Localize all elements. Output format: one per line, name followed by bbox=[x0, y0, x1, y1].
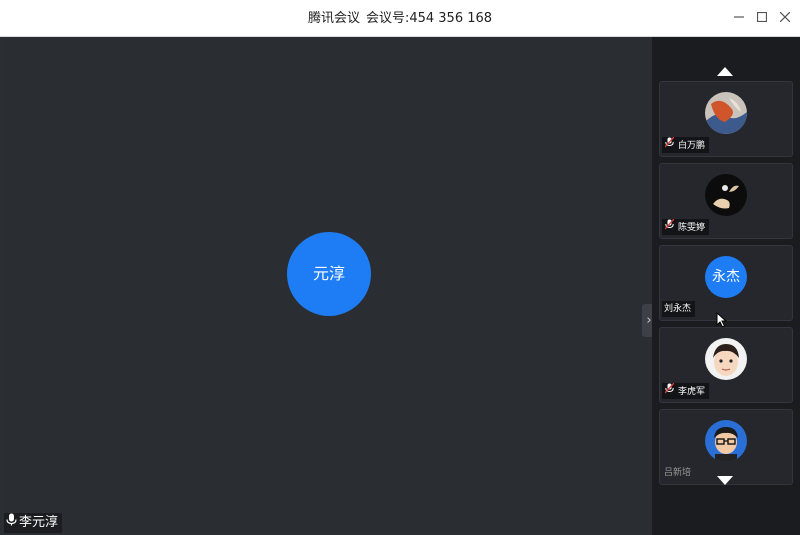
scroll-up-icon[interactable] bbox=[717, 67, 733, 76]
initials-avatar: 永杰 bbox=[705, 256, 747, 298]
participant-name: 陈雯婷 bbox=[678, 223, 706, 233]
dark-hand-photo-avatar bbox=[705, 174, 747, 216]
participant-tile[interactable]: 李虎军 bbox=[659, 327, 793, 403]
app-name: 腾讯会议 bbox=[307, 11, 360, 26]
maximize-icon bbox=[756, 11, 768, 23]
participant-name: 李虎军 bbox=[678, 387, 706, 397]
mic-muted-icon bbox=[664, 382, 675, 400]
speaker-name-tag: 李元淳 bbox=[4, 513, 63, 533]
participant-name-tag: 白万鹏 bbox=[662, 136, 710, 154]
close-button[interactable] bbox=[775, 8, 795, 28]
meeting-window: 腾讯会议 会议号:454 356 168 元淳 › 李元淳 白万鹏 陈雯婷 永杰… bbox=[0, 0, 800, 535]
participant-sidebar: 白万鹏 陈雯婷 永杰 刘永杰 李虎军 吕新培 bbox=[652, 37, 800, 535]
mic-muted-icon bbox=[664, 218, 675, 236]
participant-name: 刘永杰 bbox=[664, 304, 692, 314]
window-title: 腾讯会议 会议号:454 356 168 bbox=[0, 0, 800, 36]
speaker-avatar: 元淳 bbox=[287, 232, 371, 316]
cartoon-glasses-avatar bbox=[705, 420, 747, 462]
participant-name-tag: 刘永杰 bbox=[662, 301, 696, 317]
mic-muted-icon bbox=[664, 136, 675, 154]
cartoon-face-avatar bbox=[705, 338, 747, 380]
speaker-name: 李元淳 bbox=[19, 515, 59, 530]
maximize-button[interactable] bbox=[752, 8, 772, 28]
participant-name: 吕新培 bbox=[664, 468, 692, 478]
chevron-right-icon: › bbox=[646, 313, 652, 328]
abstract-painting-avatar bbox=[705, 92, 747, 134]
mouse-cursor-icon bbox=[716, 312, 728, 328]
microphone-icon bbox=[6, 513, 17, 533]
scroll-down-icon[interactable] bbox=[717, 476, 733, 485]
meeting-id: 454 356 168 bbox=[409, 11, 493, 26]
minimize-button[interactable] bbox=[729, 8, 749, 28]
minimize-icon bbox=[734, 16, 744, 18]
title-bar: 腾讯会议 会议号:454 356 168 bbox=[0, 0, 800, 37]
participant-tile[interactable]: 白万鹏 bbox=[659, 81, 793, 157]
meeting-id-label: 会议号: bbox=[365, 11, 410, 26]
participant-name-tag: 李虎军 bbox=[662, 382, 710, 400]
participant-tile[interactable]: 陈雯婷 bbox=[659, 163, 793, 239]
participant-tile[interactable]: 永杰 刘永杰 bbox=[659, 245, 793, 321]
main-video-area: 元淳 › bbox=[4, 37, 656, 532]
participant-tile[interactable]: 吕新培 bbox=[659, 409, 793, 485]
close-icon bbox=[779, 11, 791, 23]
participant-name: 白万鹏 bbox=[678, 141, 706, 151]
participant-name-tag: 吕新培 bbox=[662, 465, 695, 481]
participant-name-tag: 陈雯婷 bbox=[662, 218, 710, 236]
